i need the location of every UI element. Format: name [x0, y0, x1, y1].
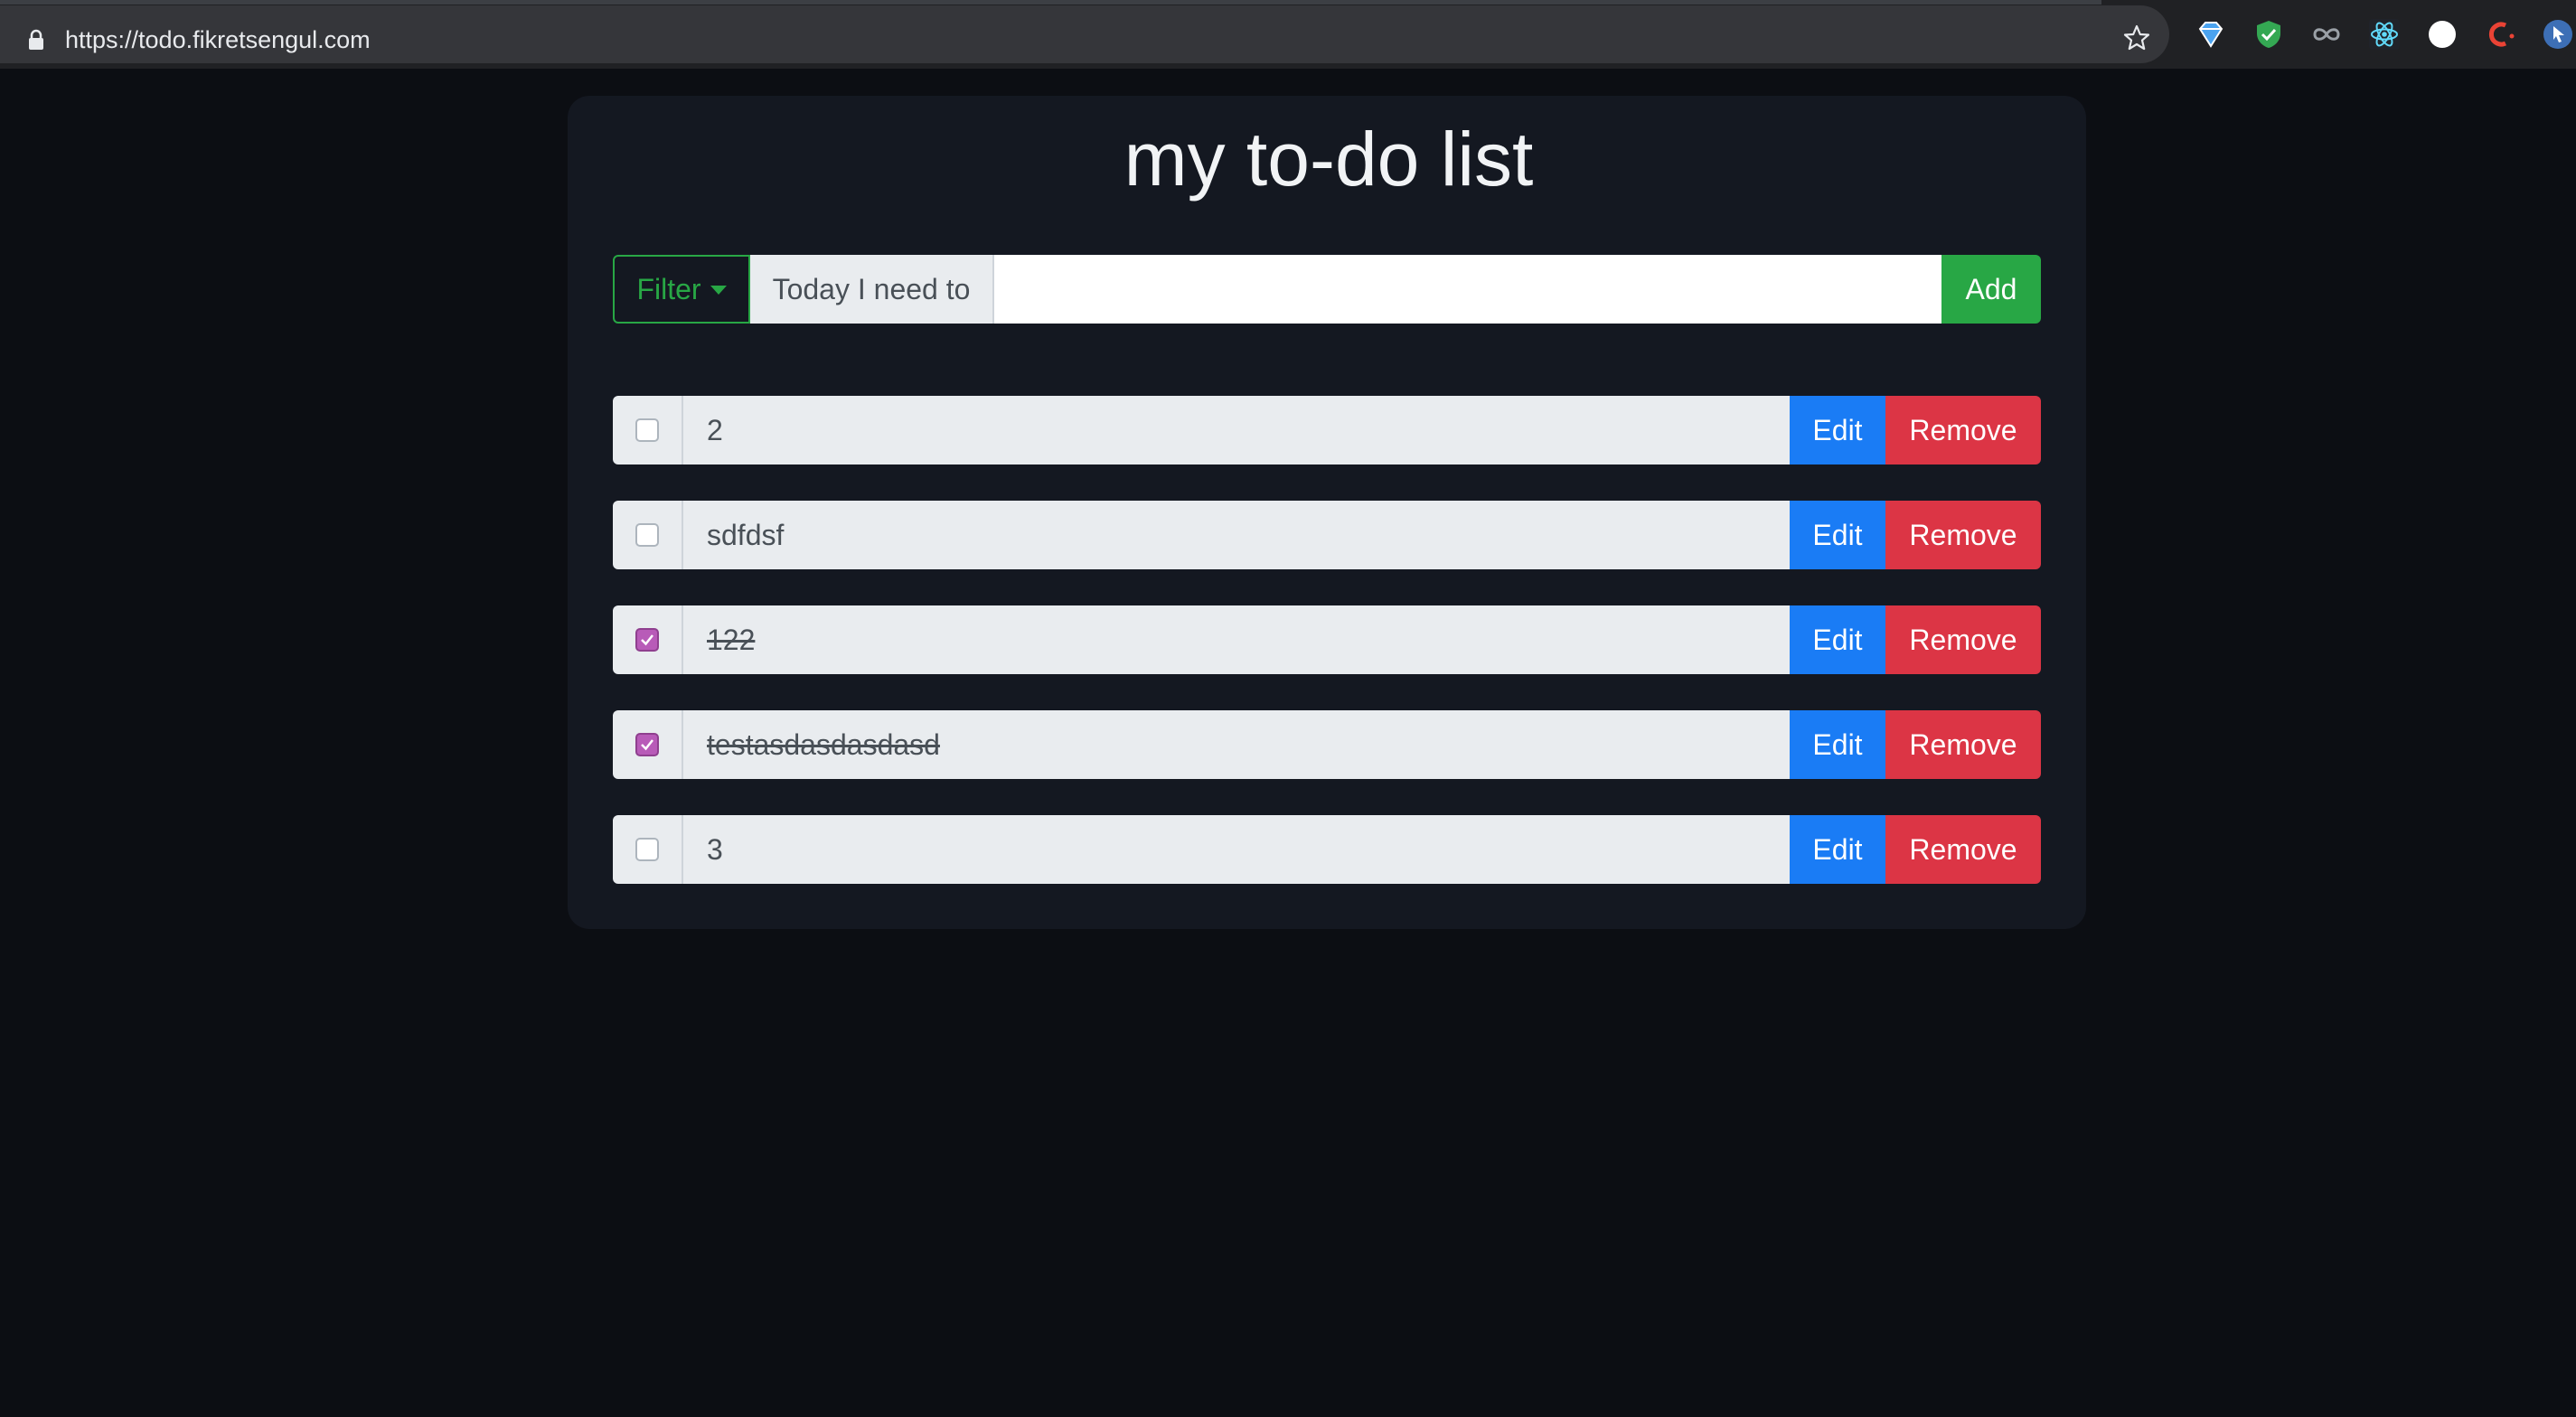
address-bar[interactable]: https://todo.fikretsengul.com: [0, 5, 2169, 63]
todo-text: testasdasdasdasd: [683, 710, 1790, 779]
todo-checkbox[interactable]: [635, 418, 659, 442]
remove-button[interactable]: Remove: [1885, 710, 2041, 779]
input-prefix-label: Today I need to: [750, 255, 994, 324]
checkmark-icon: [641, 634, 653, 646]
todo-checkbox-cell: [613, 396, 683, 465]
edit-button[interactable]: Edit: [1790, 396, 1885, 465]
filter-dropdown-button[interactable]: Filter: [613, 255, 750, 324]
page-load-indicator: [0, 0, 2101, 5]
compass-icon[interactable]: [2426, 18, 2458, 51]
cursor-icon[interactable]: [2542, 18, 2574, 51]
browser-toolbar: https://todo.fikretsengul.com: [0, 0, 2576, 69]
todo-item: testasdasdasdasd Edit Remove: [613, 710, 2041, 779]
todo-item: 3 Edit Remove: [613, 815, 2041, 884]
todo-checkbox[interactable]: [635, 523, 659, 547]
todo-checkbox[interactable]: [635, 733, 659, 756]
todo-text: 122: [683, 605, 1790, 674]
todo-list: 2 Edit Remove sdfdsf Edit Remove 122 Edi…: [613, 396, 2041, 920]
new-todo-input[interactable]: [994, 255, 1941, 324]
todo-checkbox-cell: [613, 605, 683, 674]
todo-text: 3: [683, 815, 1790, 884]
remove-button[interactable]: Remove: [1885, 501, 2041, 569]
todo-item: 2 Edit Remove: [613, 396, 2041, 465]
diamond-icon[interactable]: [2195, 18, 2227, 51]
edit-button[interactable]: Edit: [1790, 710, 1885, 779]
checkmark-icon: [641, 739, 653, 751]
c-logo-icon[interactable]: [2484, 18, 2516, 51]
add-button[interactable]: Add: [1941, 255, 2041, 324]
caret-down-icon: [710, 286, 727, 295]
infinity-icon[interactable]: [2310, 18, 2343, 51]
url-text[interactable]: https://todo.fikretsengul.com: [65, 23, 371, 56]
remove-button[interactable]: Remove: [1885, 815, 2041, 884]
add-todo-form: Filter Today I need to Add: [613, 255, 2041, 324]
todo-checkbox-cell: [613, 815, 683, 884]
todo-checkbox-cell: [613, 710, 683, 779]
bookmark-star-icon[interactable]: [2122, 23, 2151, 52]
edit-button[interactable]: Edit: [1790, 501, 1885, 569]
remove-button[interactable]: Remove: [1885, 605, 2041, 674]
todo-checkbox[interactable]: [635, 838, 659, 861]
edit-button[interactable]: Edit: [1790, 605, 1885, 674]
react-atom-icon[interactable]: [2368, 18, 2401, 51]
filter-label: Filter: [636, 272, 701, 305]
remove-button[interactable]: Remove: [1885, 396, 2041, 465]
todo-checkbox-cell: [613, 501, 683, 569]
page-title: my to-do list: [1123, 117, 1534, 202]
todo-text: sdfdsf: [683, 501, 1790, 569]
edit-button[interactable]: Edit: [1790, 815, 1885, 884]
shield-check-icon[interactable]: [2252, 18, 2285, 51]
lock-icon: [29, 29, 43, 50]
todo-checkbox[interactable]: [635, 628, 659, 652]
todo-item: sdfdsf Edit Remove: [613, 501, 2041, 569]
todo-text: 2: [683, 396, 1790, 465]
todo-item: 122 Edit Remove: [613, 605, 2041, 674]
